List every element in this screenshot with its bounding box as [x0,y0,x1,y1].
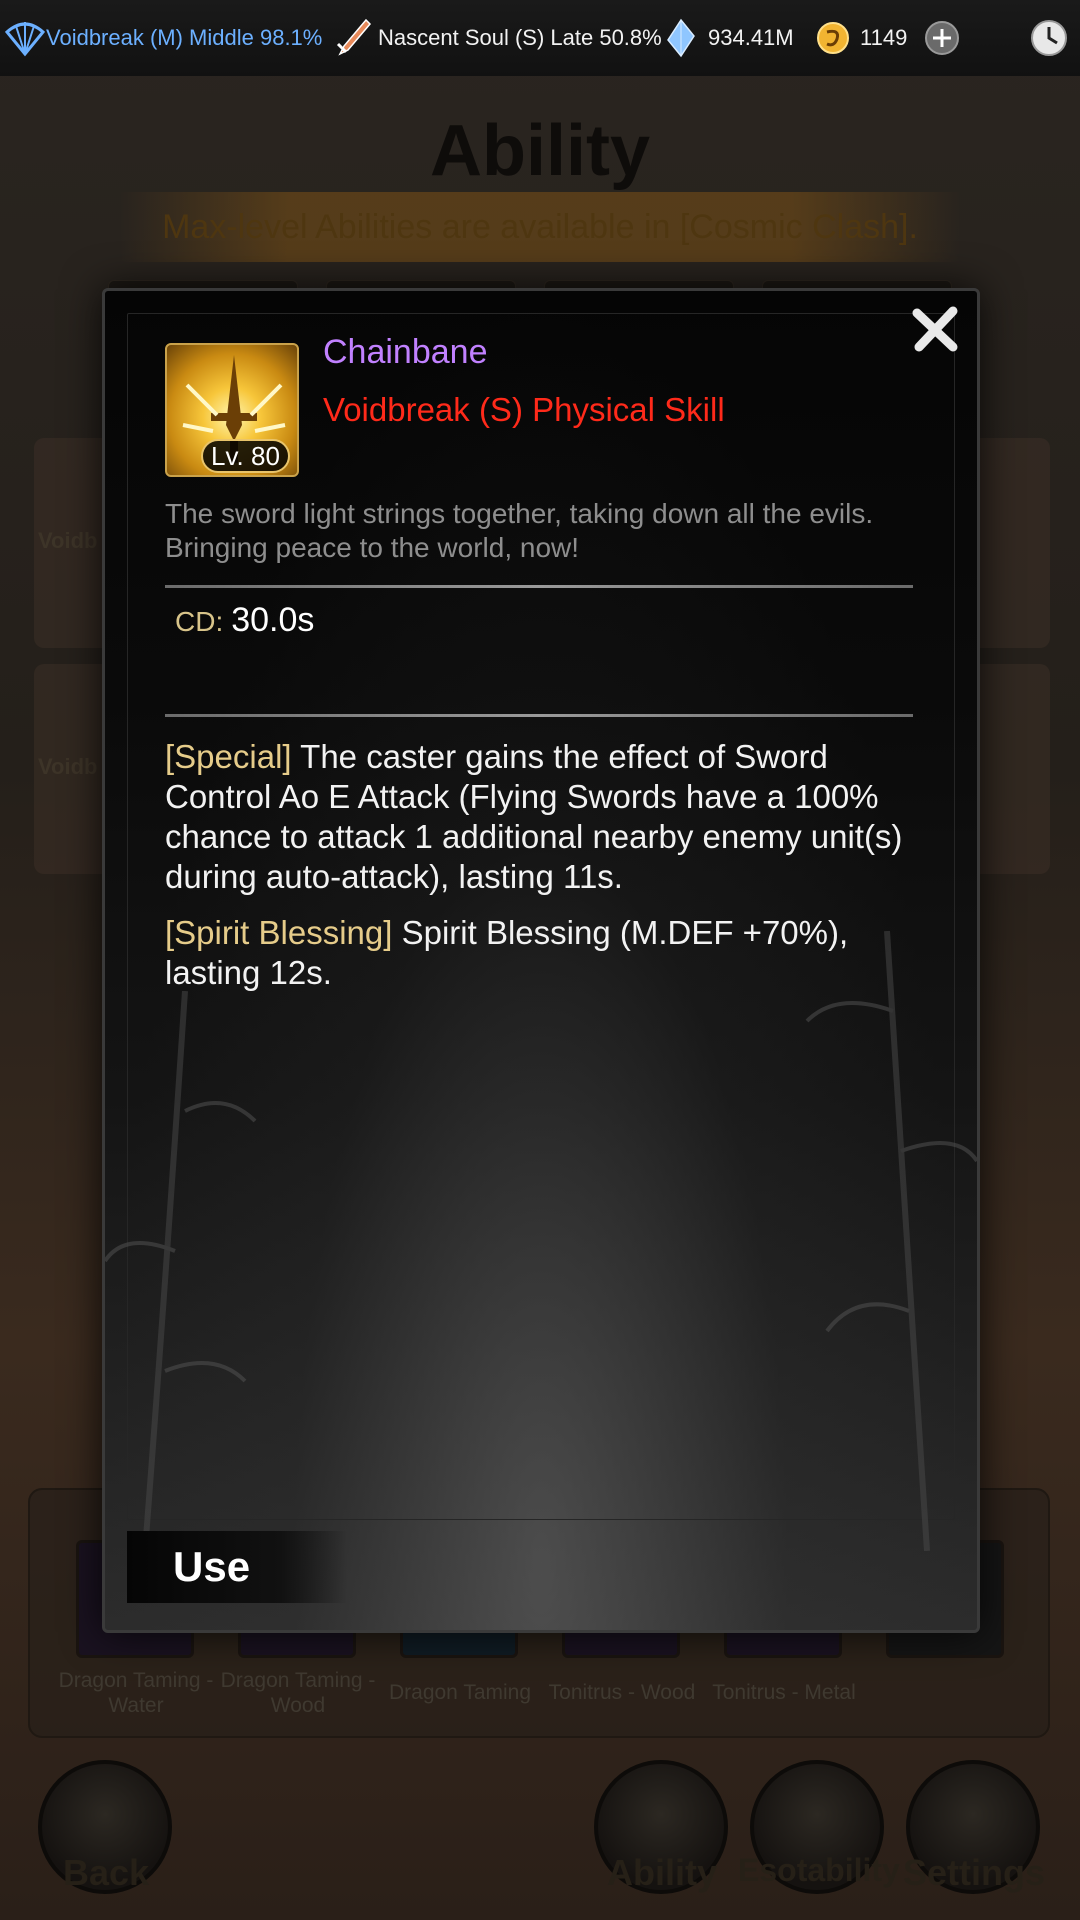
cooldown-label: CD: [175,606,224,637]
slot-label: Dragon Taming [388,1681,532,1704]
cultivation-rank-secondary: Nascent Soul (S) Late 50.8% [332,0,662,76]
cultivation-rank-primary: Voidbreak (M) Middle 98.1% [4,0,322,76]
plus-icon[interactable] [924,0,960,76]
effect-spirit-blessing: [Spirit Blessing] Spirit Blessing (M.DEF… [165,913,925,993]
slot-label: Dragon Taming - Wood [220,1669,376,1717]
close-icon [912,306,958,352]
cooldown-row: CD: 30.0s [175,601,314,640]
coin-amount: 1149 [860,25,908,50]
sword-icon [332,16,372,60]
fan-icon [4,18,46,58]
cooldown-value: 30.0s [231,601,315,639]
settings-nav-label: Settings [902,1852,1045,1893]
bamboo-decoration-right [805,931,977,1551]
skill-effects: [Special] The caster gains the effect of… [165,737,925,1009]
close-button[interactable] [907,301,963,357]
crystal-amount: 934.41M [708,25,794,50]
effect-special: [Special] The caster gains the effect of… [165,737,925,897]
ability-nav-label: Ability [606,1852,717,1893]
cosmic-clash-notice: Max-level Abilities are available in [Co… [120,192,960,262]
page-title: Ability [429,111,650,191]
esotability-nav-label: Esotability [738,1852,900,1888]
use-button[interactable]: Use [127,1531,347,1603]
slot-label: Dragon Taming - Water [58,1669,214,1717]
skill-detail-modal: Lv. 80 Chainbane Voidbreak (S) Physical … [102,288,980,1633]
skill-name: Chainbane [323,333,488,371]
card-label: Voidb [38,754,98,779]
rank-primary-text: Voidbreak (M) Middle 98.1% [46,25,323,50]
back-nav-label: Back [62,1852,150,1893]
skill-icon: Lv. 80 [165,343,299,477]
skill-level-badge: Lv. 80 [201,439,290,473]
coin-balance: 1149 [816,0,907,76]
crystal-icon [666,18,696,58]
divider [165,585,913,588]
slot-label: Tonitrus - Wood [548,1681,696,1704]
skill-description: The sword light strings together, taking… [165,498,874,563]
rank-secondary-text: Nascent Soul (S) Late 50.8% [378,25,662,50]
effect-tag: [Special] [165,738,292,775]
bamboo-decoration-left [105,991,257,1551]
coin-icon [816,21,850,55]
skill-type: Voidbreak (S) Physical Skill [323,391,725,428]
crystal-balance: 934.41M [666,0,794,76]
card-label: Voidb [38,528,98,553]
slot-label: Tonitrus - Metal [712,1681,856,1704]
effect-tag: [Spirit Blessing] [165,914,393,951]
clock-icon[interactable] [1030,0,1068,76]
status-bar: Voidbreak (M) Middle 98.1% Nascent Soul … [0,0,1080,76]
divider [165,714,913,717]
